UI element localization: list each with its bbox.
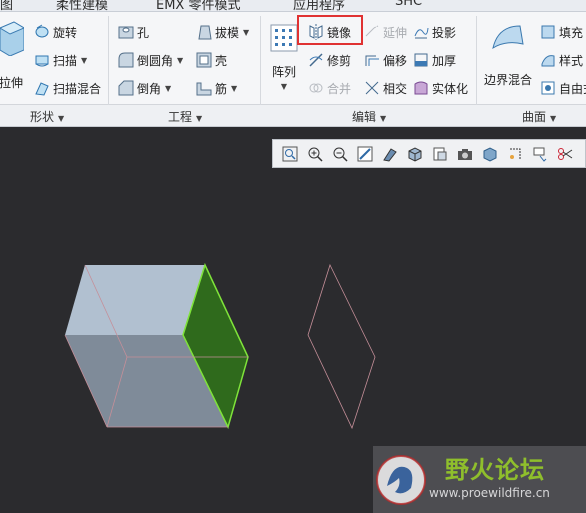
watermark-url: www.proewildfire.cn xyxy=(429,486,550,500)
watermark-title: 野火论坛 xyxy=(445,456,545,484)
model-viewport xyxy=(64,262,376,430)
cube-top-face[interactable] xyxy=(65,265,205,335)
mirror-plane-outline[interactable] xyxy=(307,263,376,430)
forum-watermark: 野火论坛 www.proewildfire.cn xyxy=(373,446,586,513)
